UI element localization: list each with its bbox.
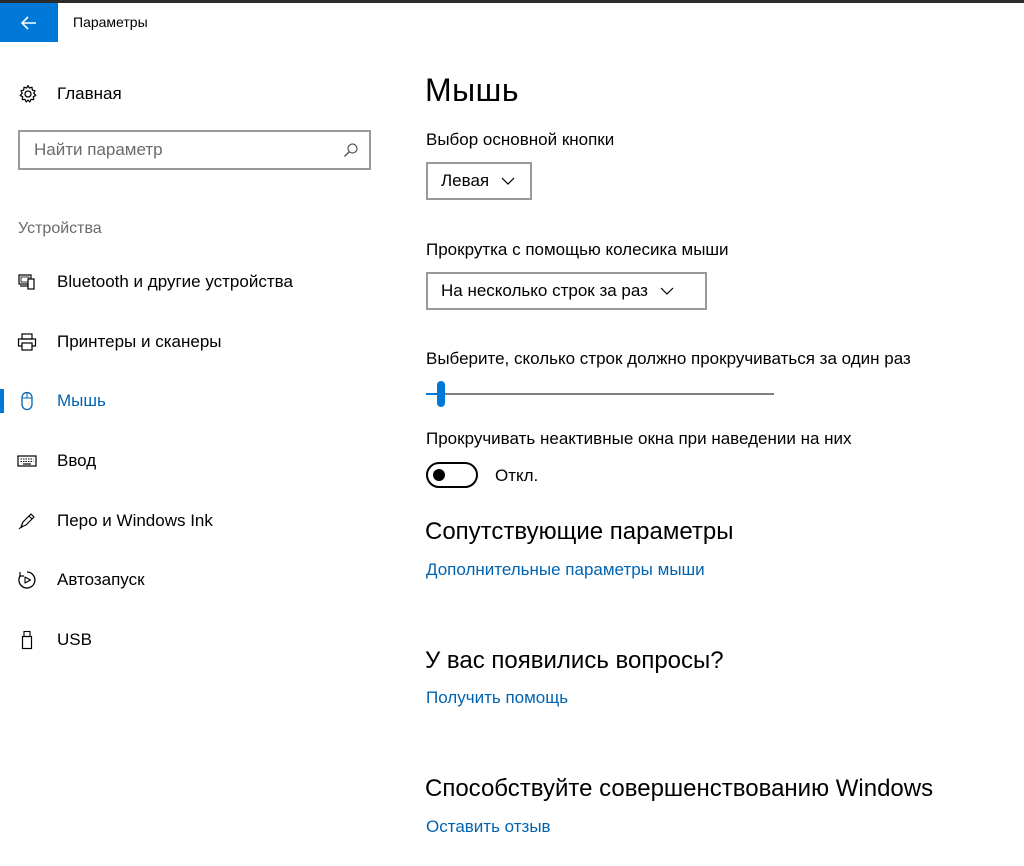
sidebar-section-title: Устройства (18, 220, 102, 237)
wheel-scroll-select[interactable]: На несколько строк за раз (426, 272, 707, 310)
active-indicator (0, 389, 4, 413)
inactive-scroll-toggle[interactable] (426, 462, 478, 488)
sidebar-item-autoplay[interactable]: Автозапуск (0, 560, 390, 600)
pen-icon (18, 513, 35, 530)
sidebar-item-label: Мышь (57, 391, 106, 410)
related-settings-heading: Сопутствующие параметры (425, 518, 734, 545)
sidebar-item-printers[interactable]: Принтеры и сканеры (0, 322, 390, 362)
sidebar-item-pen[interactable]: Перо и Windows Ink (0, 501, 390, 541)
sidebar-item-usb[interactable]: USB (0, 620, 390, 660)
gear-icon (19, 84, 37, 103)
primary-button-select[interactable]: Левая (426, 162, 532, 200)
sidebar-item-bluetooth[interactable]: Bluetooth и другие устройства (0, 262, 390, 302)
sidebar-item-input[interactable]: Ввод (0, 441, 390, 481)
search-input[interactable] (34, 139, 334, 161)
lines-slider-thumb[interactable] (436, 381, 445, 407)
sidebar-item-mouse[interactable]: Мышь (0, 381, 390, 421)
page-title: Мышь (425, 72, 519, 108)
window-title: Параметры (73, 14, 148, 30)
give-feedback-link[interactable]: Оставить отзыв (426, 817, 551, 837)
search-box[interactable] (18, 130, 371, 170)
lines-slider-track[interactable] (426, 393, 774, 395)
chevron-down-icon (660, 287, 674, 295)
title-bar: Параметры (0, 3, 1024, 42)
additional-mouse-options-link[interactable]: Дополнительные параметры мыши (426, 560, 705, 580)
autoplay-icon (18, 571, 36, 589)
printer-icon (17, 333, 37, 351)
questions-heading: У вас появились вопросы? (425, 647, 724, 674)
sidebar-item-label: Автозапуск (57, 570, 145, 589)
feedback-heading: Способствуйте совершенствованию Windows (425, 775, 934, 802)
back-arrow-icon (21, 15, 36, 30)
sidebar-home[interactable]: Главная (18, 82, 122, 106)
wheel-scroll-value: На несколько строк за раз (441, 281, 648, 300)
sidebar-item-label: Bluetooth и другие устройства (57, 272, 293, 291)
toggle-knob (433, 469, 445, 481)
sidebar-item-label: USB (57, 630, 92, 649)
back-button[interactable] (0, 3, 58, 42)
inactive-scroll-state: Откл. (495, 466, 539, 485)
sidebar-home-label: Главная (57, 84, 122, 103)
search-icon[interactable] (343, 142, 359, 158)
inactive-scroll-label: Прокручивать неактивные окна при наведен… (426, 429, 852, 448)
sidebar-item-label: Перо и Windows Ink (57, 511, 213, 530)
lines-slider-label: Выберите, сколько строк должно прокручив… (426, 349, 911, 368)
usb-icon (21, 630, 33, 650)
bluetooth-devices-icon (18, 274, 35, 290)
chevron-down-icon (501, 177, 515, 185)
keyboard-icon (17, 455, 37, 467)
primary-button-value: Левая (441, 171, 490, 190)
primary-button-label: Выбор основной кнопки (426, 130, 615, 149)
sidebar-item-label: Принтеры и сканеры (57, 332, 222, 351)
mouse-icon (21, 391, 33, 411)
sidebar-item-label: Ввод (57, 451, 97, 470)
get-help-link[interactable]: Получить помощь (426, 688, 568, 708)
wheel-scroll-label: Прокрутка с помощью колесика мыши (426, 240, 729, 259)
